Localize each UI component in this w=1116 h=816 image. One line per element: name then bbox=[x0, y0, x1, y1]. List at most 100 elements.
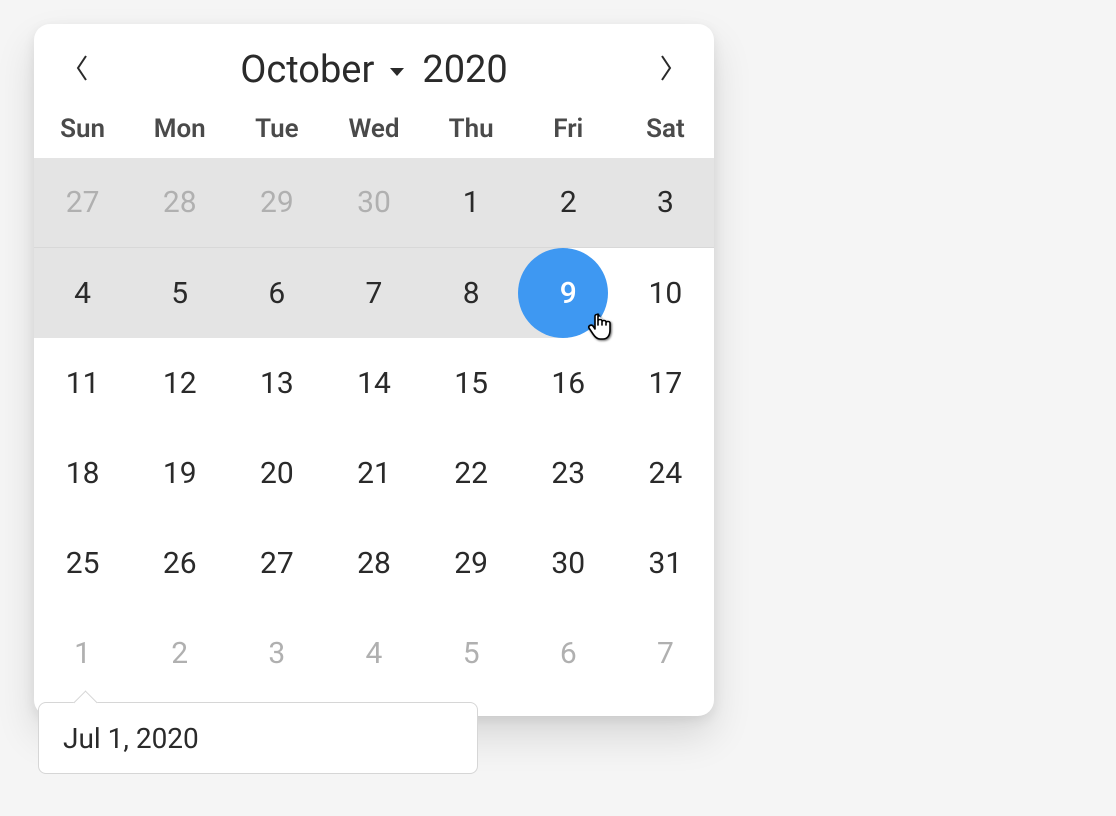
day-cell[interactable]: 9 bbox=[520, 248, 617, 338]
day-cell[interactable]: 21 bbox=[325, 428, 422, 518]
chevron-down-icon bbox=[390, 68, 404, 76]
day-cell[interactable]: 5 bbox=[131, 248, 228, 338]
date-picker-panel: October 2020 Sun Mon Tue Wed Thu Fri Sat… bbox=[34, 24, 714, 716]
day-cell[interactable]: 2 bbox=[520, 158, 617, 247]
weekday-label: Wed bbox=[325, 104, 422, 158]
calendar-header: October 2020 bbox=[34, 48, 714, 104]
day-number: 11 bbox=[66, 366, 100, 401]
day-cell[interactable]: 1 bbox=[423, 158, 520, 247]
day-number: 6 bbox=[268, 276, 285, 311]
day-number: 17 bbox=[649, 366, 683, 401]
day-cell[interactable]: 1 bbox=[34, 608, 131, 698]
weekday-label: Sat bbox=[617, 104, 714, 158]
day-cell[interactable]: 19 bbox=[131, 428, 228, 518]
day-number: 28 bbox=[357, 546, 391, 581]
date-input[interactable]: Jul 1, 2020 bbox=[38, 702, 478, 774]
calendar-week: 1 2 3 4 5 6 7 bbox=[34, 608, 714, 698]
next-month-button[interactable] bbox=[646, 50, 686, 90]
weekday-header: Sun Mon Tue Wed Thu Fri Sat bbox=[34, 104, 714, 158]
day-number: 2 bbox=[560, 185, 577, 220]
day-cell[interactable]: 15 bbox=[423, 338, 520, 428]
day-cell[interactable]: 7 bbox=[325, 248, 422, 338]
day-number: 30 bbox=[357, 185, 391, 220]
day-number: 3 bbox=[657, 185, 674, 220]
day-number: 18 bbox=[66, 456, 100, 491]
day-number: 25 bbox=[66, 546, 100, 581]
day-cell[interactable]: 29 bbox=[228, 158, 325, 247]
day-cell[interactable]: 4 bbox=[34, 248, 131, 338]
day-cell[interactable]: 26 bbox=[131, 518, 228, 608]
day-number: 13 bbox=[260, 366, 294, 401]
month-select[interactable]: October bbox=[240, 48, 404, 92]
day-cell[interactable]: 14 bbox=[325, 338, 422, 428]
weekday-label: Mon bbox=[131, 104, 228, 158]
day-cell[interactable]: 10 bbox=[617, 248, 714, 338]
day-number: 9 bbox=[560, 276, 577, 311]
day-cell[interactable]: 27 bbox=[34, 158, 131, 247]
day-cell[interactable]: 28 bbox=[131, 158, 228, 247]
day-cell[interactable]: 4 bbox=[325, 608, 422, 698]
day-cell[interactable]: 28 bbox=[325, 518, 422, 608]
day-number: 8 bbox=[463, 276, 480, 311]
calendar-week: 18 19 20 212223 24 bbox=[34, 428, 714, 518]
weekday-label: Tue bbox=[228, 104, 325, 158]
weekday-label: Fri bbox=[520, 104, 617, 158]
chevron-right-icon bbox=[658, 54, 674, 86]
day-number: 12 bbox=[163, 366, 197, 401]
day-number: 19 bbox=[163, 456, 197, 491]
day-number: 27 bbox=[66, 185, 100, 220]
day-cell[interactable]: 20 bbox=[228, 428, 325, 518]
day-number: 30 bbox=[551, 546, 585, 581]
day-number: 27 bbox=[260, 546, 294, 581]
day-number: 4 bbox=[366, 636, 383, 671]
day-cell[interactable]: 18 bbox=[34, 428, 131, 518]
calendar-week: 11 12 13 14 15 16 17 bbox=[34, 338, 714, 428]
day-number: 15 bbox=[454, 366, 488, 401]
day-cell[interactable]: 30 bbox=[325, 158, 422, 247]
day-cell[interactable]: 3 bbox=[228, 608, 325, 698]
day-cell[interactable]: 3 bbox=[617, 158, 714, 247]
prev-month-button[interactable] bbox=[62, 50, 102, 90]
day-cell[interactable]: 2 bbox=[131, 608, 228, 698]
day-number: 3 bbox=[268, 636, 285, 671]
weekday-label: Thu bbox=[423, 104, 520, 158]
day-cell[interactable]: 6 bbox=[520, 608, 617, 698]
day-number: 5 bbox=[463, 636, 480, 671]
day-cell[interactable]: 6 bbox=[228, 248, 325, 338]
day-cell[interactable]: 22 bbox=[423, 428, 520, 518]
day-number: 29 bbox=[454, 546, 488, 581]
day-cell[interactable]: 23 bbox=[520, 428, 617, 518]
day-number: 4 bbox=[74, 276, 91, 311]
day-number: 10 bbox=[649, 276, 683, 311]
day-cell[interactable]: 24 bbox=[617, 428, 714, 518]
day-cell[interactable]: 8 bbox=[423, 248, 520, 338]
weekday-label: Sun bbox=[34, 104, 131, 158]
day-cell[interactable]: 30 bbox=[520, 518, 617, 608]
day-cell[interactable]: 31 bbox=[617, 518, 714, 608]
day-cell[interactable]: 25 bbox=[34, 518, 131, 608]
day-number: 5 bbox=[171, 276, 188, 311]
day-cell[interactable]: 17 bbox=[617, 338, 714, 428]
day-cell[interactable]: 12 bbox=[131, 338, 228, 428]
day-cell[interactable]: 11 bbox=[34, 338, 131, 428]
day-number: 16 bbox=[551, 366, 585, 401]
year-label: 2020 bbox=[422, 48, 507, 92]
day-cell[interactable]: 13 bbox=[228, 338, 325, 428]
day-cell[interactable]: 5 bbox=[423, 608, 520, 698]
day-cell[interactable]: 27 bbox=[228, 518, 325, 608]
day-number: 7 bbox=[657, 636, 674, 671]
day-number: 14 bbox=[357, 366, 391, 401]
calendar-week: 27 28 29 30 1 2 3 bbox=[34, 158, 714, 248]
calendar-week: 4 5 6 7 8 9 10 bbox=[34, 248, 714, 338]
month-label: October bbox=[240, 48, 374, 92]
month-year-picker: October 2020 bbox=[240, 48, 508, 92]
day-number: 20 bbox=[260, 456, 294, 491]
day-cell[interactable]: 29 bbox=[423, 518, 520, 608]
day-cell[interactable]: 16 bbox=[520, 338, 617, 428]
year-select[interactable]: 2020 bbox=[422, 48, 507, 92]
day-number: 26 bbox=[163, 546, 197, 581]
day-cell[interactable]: 7 bbox=[617, 608, 714, 698]
day-number: 24 bbox=[649, 456, 683, 491]
day-number: 28 bbox=[163, 185, 197, 220]
day-number: 1 bbox=[74, 636, 91, 671]
